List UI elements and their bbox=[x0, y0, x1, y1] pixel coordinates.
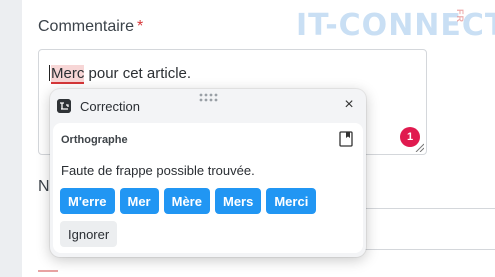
text-caret bbox=[49, 65, 50, 81]
app-logo-icon bbox=[57, 99, 71, 113]
error-count-badge[interactable]: 1 bbox=[400, 127, 420, 147]
suggestion-button[interactable]: Merci bbox=[266, 188, 317, 214]
comment-label: Commentaire * bbox=[38, 18, 144, 35]
dictionary-icon[interactable] bbox=[339, 131, 353, 147]
watermark-logo: IT-CONNECT bbox=[296, 8, 495, 43]
suggestion-button[interactable]: Mer bbox=[119, 188, 159, 214]
required-mark: * bbox=[137, 18, 144, 35]
close-icon[interactable]: × bbox=[341, 97, 357, 113]
drag-handle-icon[interactable] bbox=[198, 92, 218, 102]
suggestion-button[interactable]: Mère bbox=[163, 188, 210, 214]
error-message: Faute de frappe possible trouvée. bbox=[61, 163, 255, 178]
comment-text: Merc pour cet article. bbox=[49, 65, 192, 84]
popup-title: Correction bbox=[80, 99, 140, 114]
next-field-input[interactable] bbox=[360, 208, 495, 250]
comment-text-rest: pour cet article. bbox=[84, 65, 192, 82]
correction-card: Orthographe Faute de frappe possible tro… bbox=[53, 123, 363, 253]
watermark-suffix: FR bbox=[455, 9, 465, 23]
suggestion-button[interactable]: Mers bbox=[214, 188, 262, 214]
left-sidebar-rail bbox=[0, 0, 22, 277]
partial-required-field bbox=[38, 270, 58, 277]
ignore-button[interactable]: Ignorer bbox=[60, 221, 118, 247]
misspelled-word[interactable]: Merc bbox=[51, 65, 85, 84]
next-field-label: N bbox=[38, 178, 50, 195]
suggestion-button[interactable]: M'erre bbox=[60, 188, 115, 214]
correction-popup: Correction × Orthographe Faute de frappe… bbox=[50, 89, 366, 257]
suggestion-list: M'erre Mer Mère Mers Merci bbox=[60, 188, 317, 214]
popup-header: Correction × bbox=[50, 89, 366, 123]
section-title: Orthographe bbox=[61, 134, 128, 146]
